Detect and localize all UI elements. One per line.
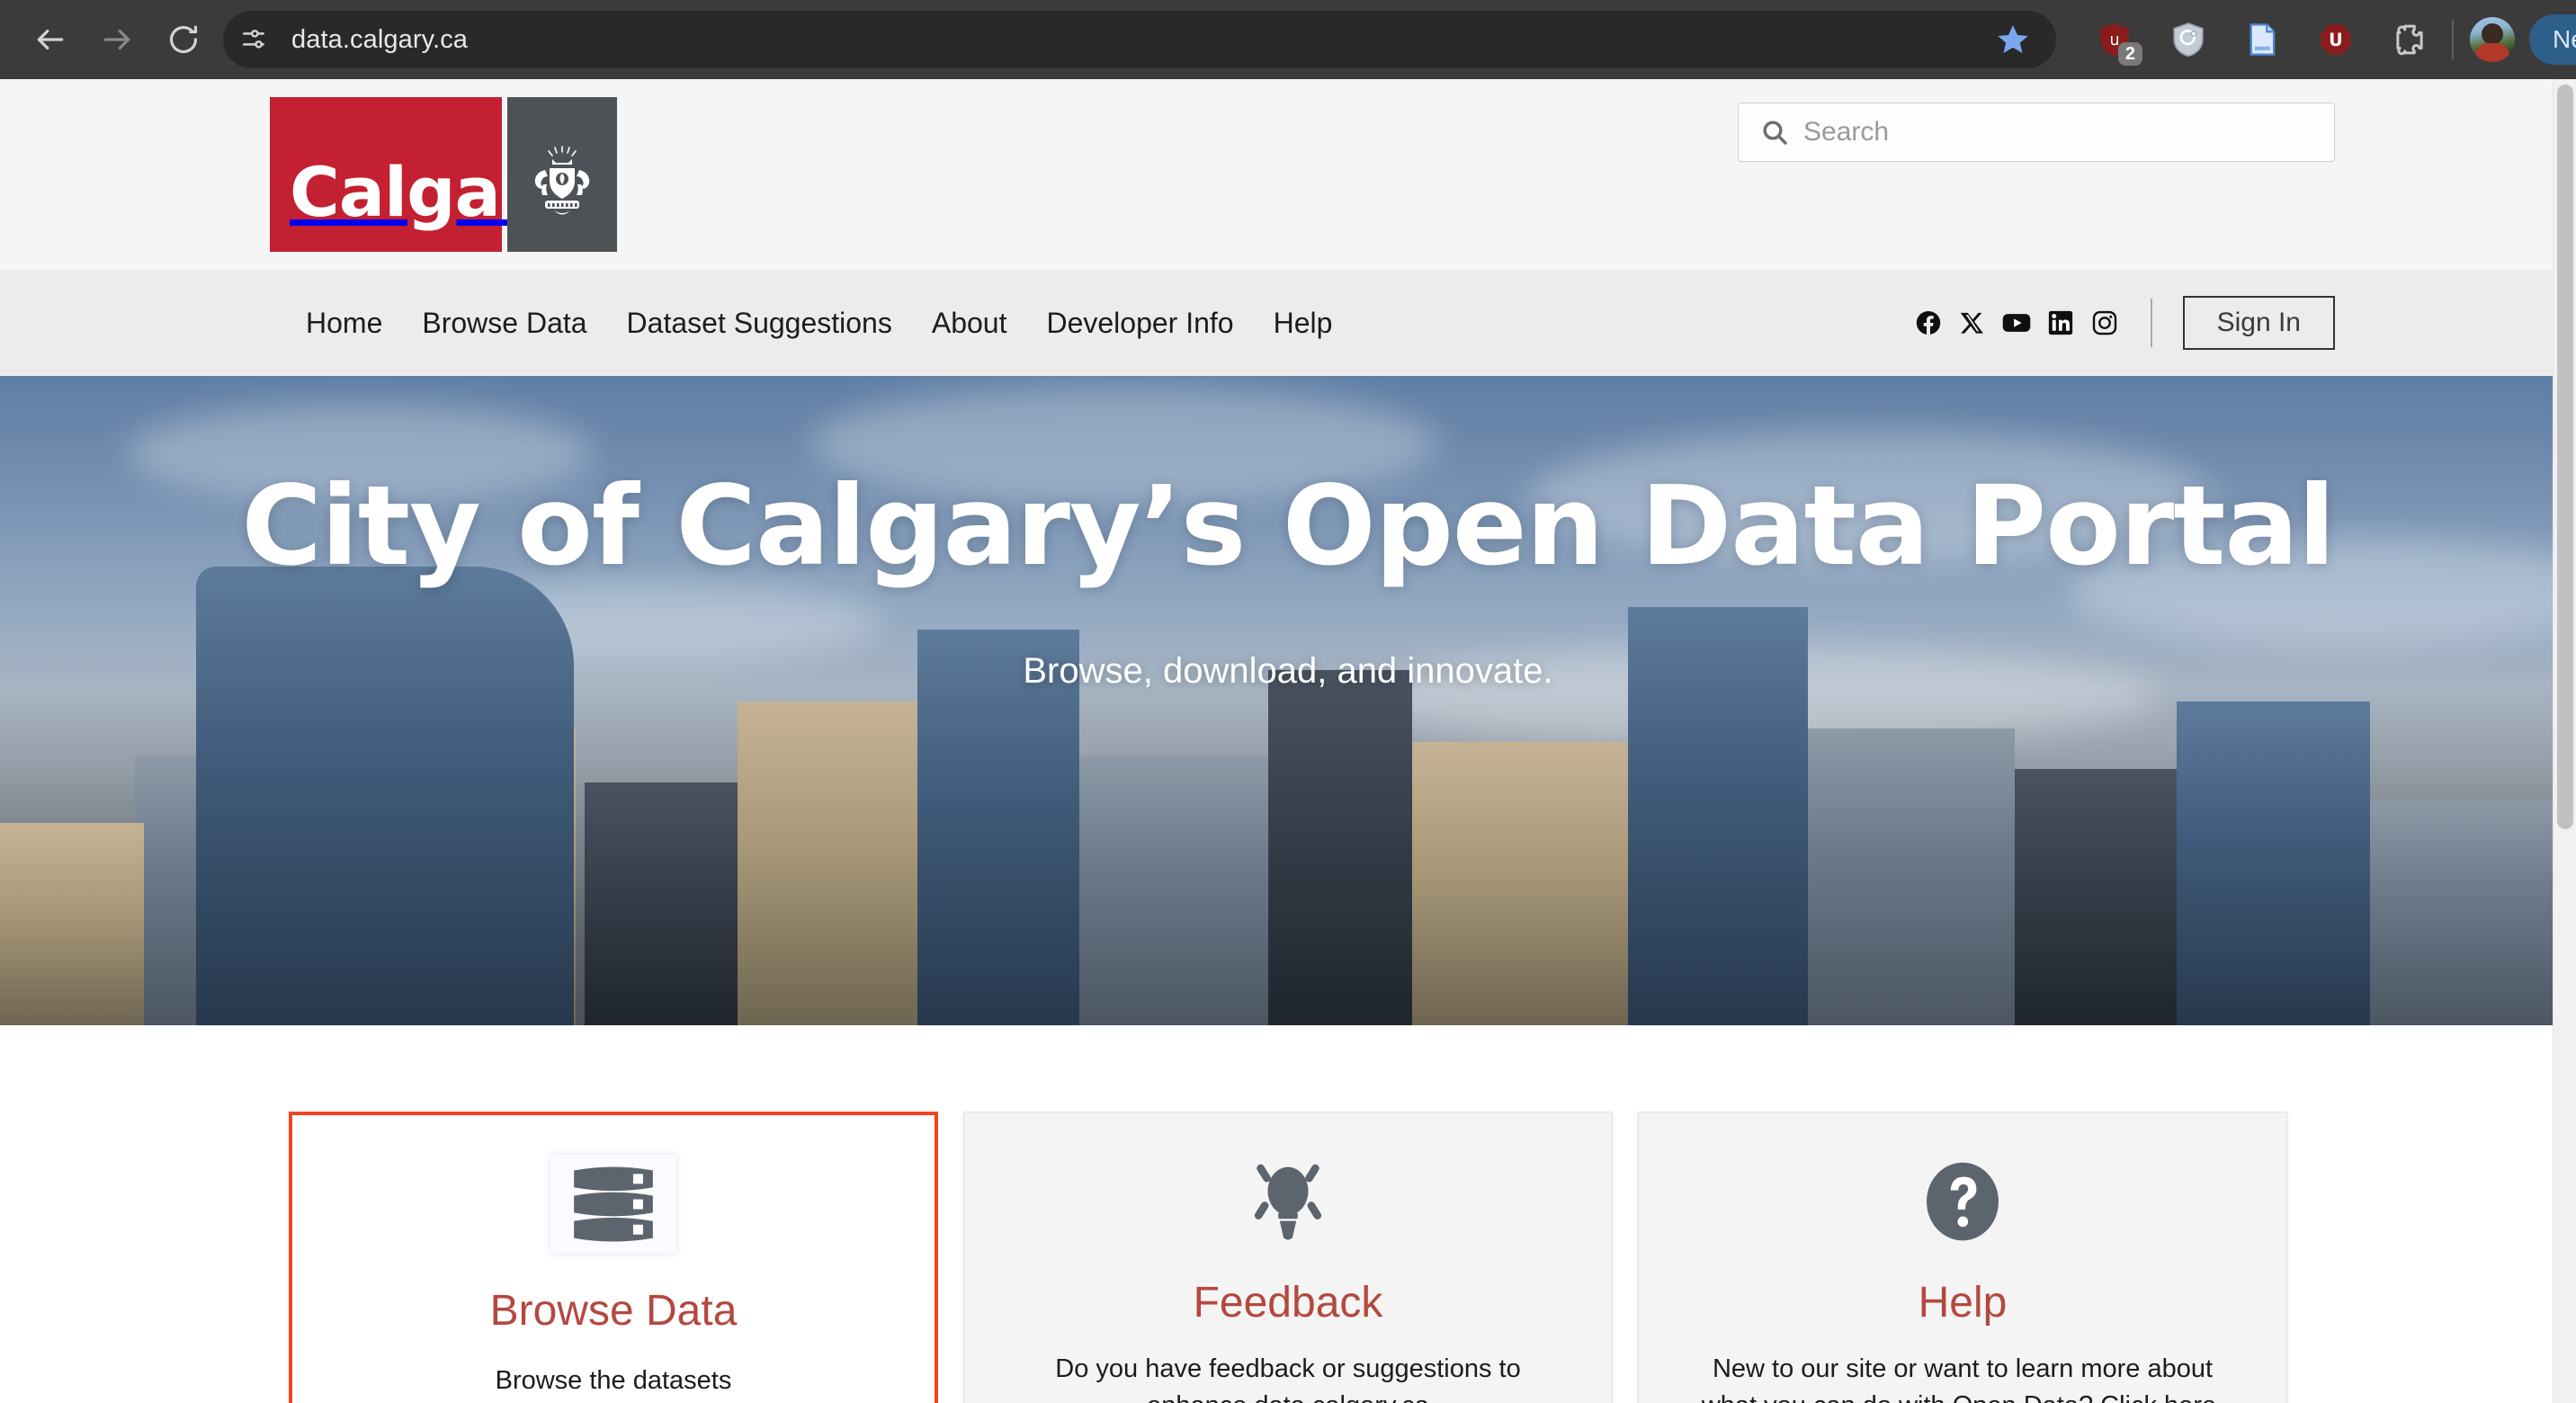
octagon-stop-icon: U: [2321, 24, 2351, 55]
extensions-puzzle-icon[interactable]: [2384, 13, 2436, 66]
reload-button[interactable]: [157, 13, 210, 67]
sign-in-button[interactable]: Sign In: [2182, 296, 2335, 350]
nav-item-help[interactable]: Help: [1254, 307, 1353, 340]
lightbulb-icon-glyph: [1254, 1164, 1322, 1240]
nav-item-about[interactable]: About: [912, 307, 1027, 340]
shield-globe-icon: [2173, 22, 2204, 58]
search-input[interactable]: [1803, 117, 2307, 147]
social-links: [1913, 308, 2120, 338]
card-title: Feedback: [1193, 1279, 1383, 1327]
hero-title: City of Calgary’s Open Data Portal: [241, 462, 2335, 590]
instagram-icon[interactable]: [2089, 308, 2120, 338]
url-text: data.calgary.ca: [291, 24, 469, 54]
youtube-icon[interactable]: [2001, 308, 2032, 338]
nav-item-home[interactable]: Home: [286, 307, 402, 340]
page-content: Calgary Search Home Browse Data Dataset …: [0, 79, 2576, 1403]
new-chrome-available-label: New Chrome available: [2553, 25, 2576, 53]
x-twitter-icon[interactable]: [1957, 308, 1988, 338]
site-info-button[interactable]: [228, 14, 279, 65]
document-icon: [2250, 23, 2276, 56]
extension-badge-count: 2: [2117, 42, 2142, 66]
lightbulb-icon: [1243, 1152, 1333, 1251]
help-icon-glyph: [1927, 1162, 1999, 1241]
nav-item-browse-data[interactable]: Browse Data: [402, 307, 606, 340]
extensions-area: u 2 U N: [2071, 0, 2576, 79]
back-button[interactable]: [23, 13, 77, 67]
profile-avatar[interactable]: [2470, 17, 2515, 62]
database-stack-icon: [550, 1155, 676, 1254]
card-description: Browse the datasets: [495, 1366, 732, 1395]
card-description: Do you have feedback or suggestions to e…: [1055, 1354, 1521, 1403]
facebook-icon[interactable]: [1913, 308, 1944, 338]
card-title: Browse Data: [489, 1287, 738, 1335]
nav-divider: [2150, 299, 2152, 347]
new-chrome-available-button[interactable]: New Chrome available: [2529, 14, 2576, 65]
logo-gray-block: [507, 97, 617, 252]
main-navigation: Home Browse Data Dataset Suggestions Abo…: [0, 270, 2576, 376]
back-arrow-icon: [37, 29, 64, 50]
skyline-building: [1412, 742, 1628, 1025]
card-help[interactable]: Help New to our site or want to learn mo…: [1638, 1112, 2287, 1403]
skyline-building: [2370, 800, 2576, 1025]
toolbar-divider: [2452, 20, 2454, 59]
search-box[interactable]: [1738, 103, 2335, 162]
bookmark-button[interactable]: [1991, 18, 2035, 61]
skyline-bow-tower: [196, 567, 574, 1025]
forward-arrow-icon: [103, 29, 130, 50]
skyline-building: [1808, 728, 2015, 1025]
svg-text:U: U: [2329, 30, 2343, 50]
document-extension-icon[interactable]: [2236, 13, 2288, 66]
nav-item-developer-info[interactable]: Developer Info: [1026, 307, 1253, 340]
ublock-origin-extension-icon[interactable]: u 2: [2089, 13, 2142, 66]
skyline-building: [585, 782, 738, 1025]
card-feedback[interactable]: Feedback Do you have feedback or suggest…: [963, 1112, 1613, 1403]
bookmark-star-icon: [1998, 25, 2028, 53]
nav-links: Home Browse Data Dataset Suggestions Abo…: [286, 307, 1352, 340]
logo-red-block: Calgary: [270, 97, 577, 252]
ublock-stop-extension-icon[interactable]: U: [2310, 13, 2362, 66]
database-icon: [574, 1166, 653, 1242]
site-header: Calgary: [0, 79, 2576, 270]
card-title: Help: [1918, 1279, 2008, 1327]
hero-banner: City of Calgary’s Open Data Portal Brows…: [0, 376, 2576, 1025]
site-settings-icon: [243, 29, 264, 49]
search-icon: [1760, 118, 1789, 147]
nav-right-group: Sign In: [1913, 296, 2335, 350]
nav-item-dataset-suggestions[interactable]: Dataset Suggestions: [607, 307, 912, 340]
vertical-scrollbar[interactable]: [2553, 79, 2576, 1403]
card-browse-data[interactable]: Browse Data Browse the datasets: [289, 1112, 938, 1403]
skyline-building: [0, 823, 144, 1025]
calgary-coat-of-arms-crest: [534, 146, 590, 215]
privacy-shield-extension-icon[interactable]: [2162, 13, 2214, 66]
linkedin-icon[interactable]: [2045, 308, 2076, 338]
skyline-building: [738, 702, 917, 1025]
skyline-building: [2177, 702, 2370, 1025]
forward-button[interactable]: [90, 13, 144, 67]
card-description: New to our site or want to learn more ab…: [1702, 1354, 2223, 1403]
hero-subtitle: Browse, download, and innovate.: [1023, 651, 1553, 691]
scrollbar-thumb[interactable]: [2557, 85, 2573, 829]
calgary-logo[interactable]: Calgary: [270, 97, 617, 252]
reload-icon: [169, 25, 198, 54]
skyline-building: [2015, 769, 2177, 1025]
puzzle-piece-icon: [2396, 24, 2423, 56]
browser-toolbar: data.calgary.ca u 2 U N: [0, 0, 2576, 79]
skyline-building: [1268, 670, 1412, 1025]
skyline-building: [1079, 755, 1268, 1025]
quick-link-cards: Browse Data Browse the datasets Feedback…: [0, 1112, 2576, 1403]
question-mark-circle-icon: [1918, 1152, 2008, 1251]
address-bar[interactable]: data.calgary.ca: [223, 11, 2056, 68]
